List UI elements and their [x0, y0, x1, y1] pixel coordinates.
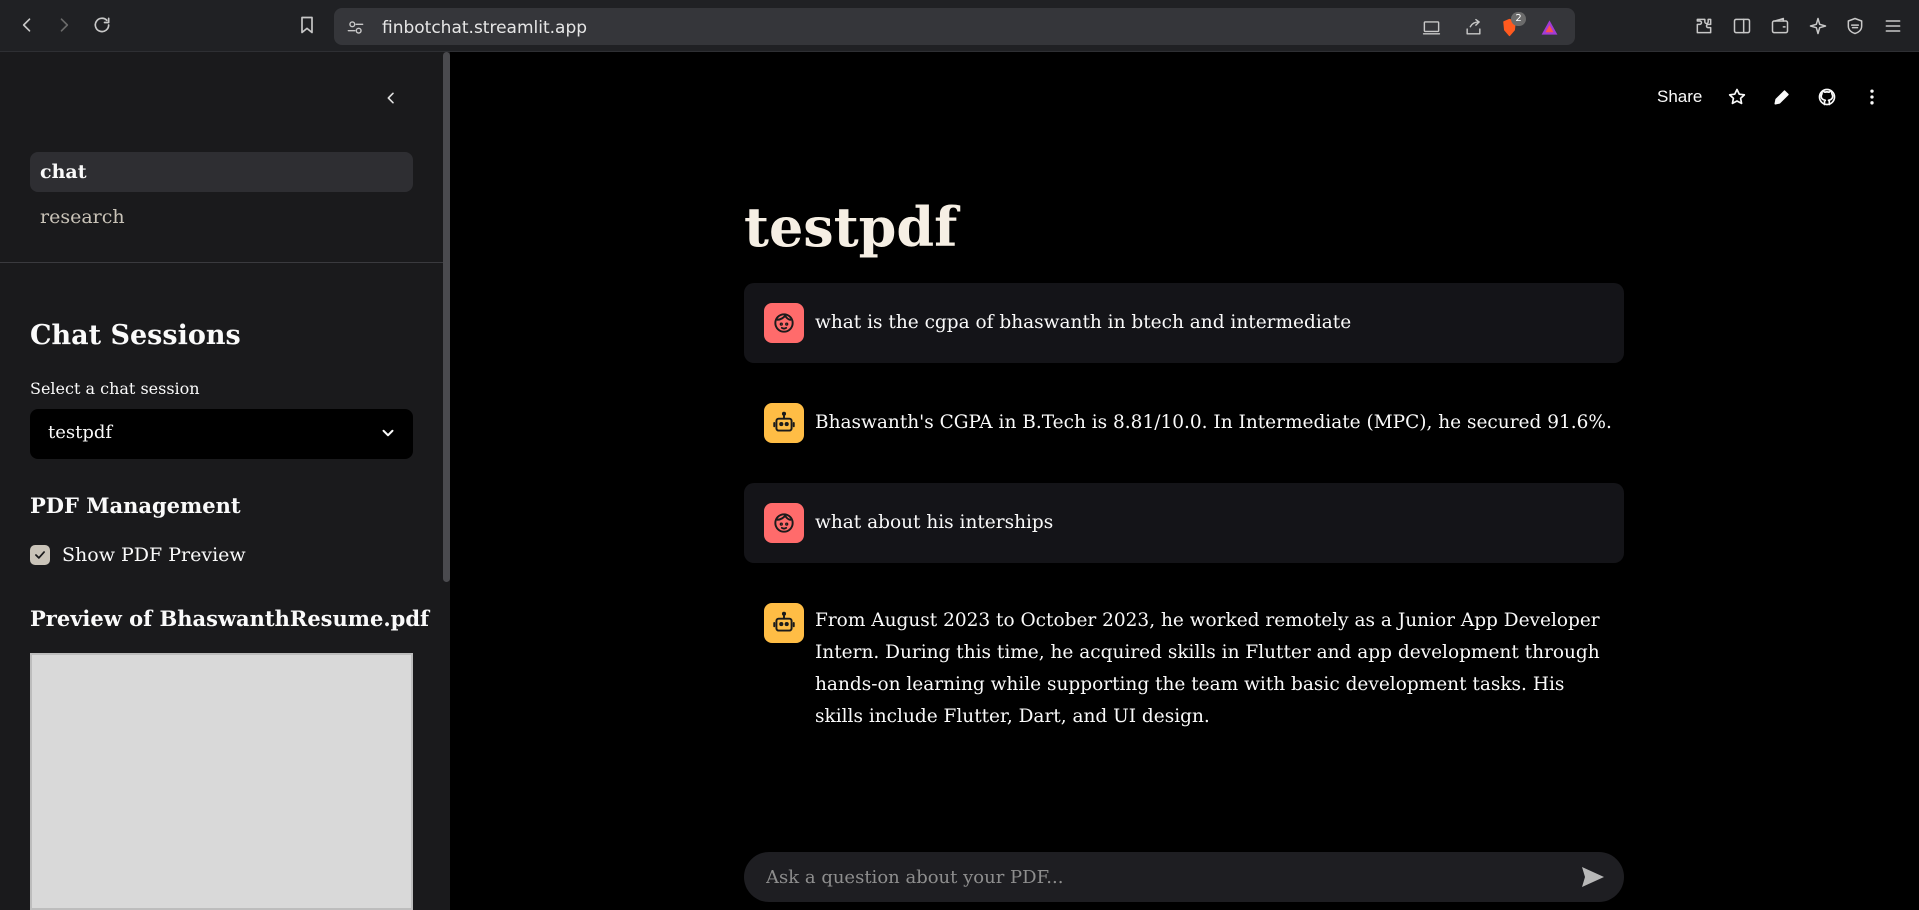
wallet-icon[interactable]: [1768, 14, 1792, 38]
shields-count-badge: 2: [1511, 12, 1526, 26]
send-icon: [1582, 867, 1604, 887]
cast-icon[interactable]: [1420, 16, 1442, 38]
star-icon[interactable]: [1725, 85, 1749, 109]
bot-avatar-icon: [764, 403, 804, 443]
select-session-label: Select a chat session: [30, 379, 200, 398]
session-select-value: testpdf: [48, 422, 113, 443]
forward-button[interactable]: [51, 12, 77, 38]
menu-icon[interactable]: [1881, 14, 1905, 38]
back-button[interactable]: [14, 12, 40, 38]
show-preview-checkbox[interactable]: [30, 545, 50, 565]
url-text: finbotchat.streamlit.app: [382, 18, 588, 38]
show-preview-label[interactable]: Show PDF Preview: [62, 544, 246, 566]
forward-arrow-icon: [60, 18, 69, 32]
sidebar-item-chat[interactable]: chat: [30, 152, 413, 192]
chat-sessions-heading: Chat Sessions: [30, 320, 241, 351]
vpn-icon[interactable]: [1843, 14, 1867, 38]
reload-button[interactable]: [89, 12, 115, 38]
extensions-icon[interactable]: [1692, 14, 1716, 38]
preview-heading: Preview of BhaswanthResume.pdf: [30, 606, 430, 631]
sidebar-item-research[interactable]: research: [30, 197, 413, 237]
chat-message-assistant: Bhaswanth's CGPA in B.Tech is 8.81/10.0.…: [744, 383, 1624, 463]
leo-ai-icon[interactable]: [1806, 14, 1830, 38]
collapse-sidebar-button[interactable]: [380, 87, 402, 109]
message-text: what about his interships: [815, 512, 1054, 533]
pdf-preview-frame[interactable]: [30, 653, 413, 910]
chat-message-user: what about his interships: [744, 483, 1624, 563]
chevron-left-icon: [387, 92, 394, 104]
sidebar-scrollbar[interactable]: [443, 52, 450, 582]
bookmark-icon: [301, 16, 313, 34]
chat-message-assistant: From August 2023 to October 2023, he wor…: [744, 583, 1624, 753]
address-bar[interactable]: finbotchat.streamlit.app: [334, 8, 1575, 45]
chat-input[interactable]: [766, 852, 1566, 902]
user-avatar-icon: [764, 303, 804, 343]
brave-rewards-icon[interactable]: [1538, 16, 1560, 38]
chat-message-user: what is the cgpa of bhaswanth in btech a…: [744, 283, 1624, 363]
pdf-management-heading: PDF Management: [30, 493, 241, 518]
bookmark-button[interactable]: [294, 12, 320, 38]
checkmark-icon: [35, 551, 45, 559]
site-info-icon[interactable]: [344, 16, 366, 38]
message-text: Bhaswanth's CGPA in B.Tech is 8.81/10.0.…: [815, 412, 1612, 433]
edit-pencil-icon[interactable]: [1770, 85, 1794, 109]
github-icon[interactable]: [1815, 85, 1839, 109]
browser-toolbar: finbotchat.streamlit.app 2: [0, 0, 1919, 52]
sidebar-toggle-icon[interactable]: [1730, 14, 1754, 38]
share-page-icon[interactable]: [1462, 16, 1484, 38]
chat-input-container: [744, 852, 1624, 902]
chevron-down-icon: [379, 424, 399, 444]
sidebar-divider: [0, 262, 443, 263]
send-button[interactable]: [1580, 865, 1606, 889]
page-title: testpdf: [744, 195, 958, 259]
more-options-icon[interactable]: [1860, 85, 1884, 109]
reload-icon: [94, 17, 110, 33]
session-select[interactable]: testpdf: [30, 409, 413, 459]
message-text: From August 2023 to October 2023, he wor…: [815, 610, 1600, 727]
user-avatar-icon: [764, 503, 804, 543]
back-arrow-icon: [22, 18, 31, 32]
share-button[interactable]: Share: [1657, 87, 1702, 107]
sidebar: chat research Chat Sessions Select a cha…: [0, 52, 450, 910]
bot-avatar-icon: [764, 603, 804, 643]
message-text: what is the cgpa of bhaswanth in btech a…: [815, 312, 1352, 333]
